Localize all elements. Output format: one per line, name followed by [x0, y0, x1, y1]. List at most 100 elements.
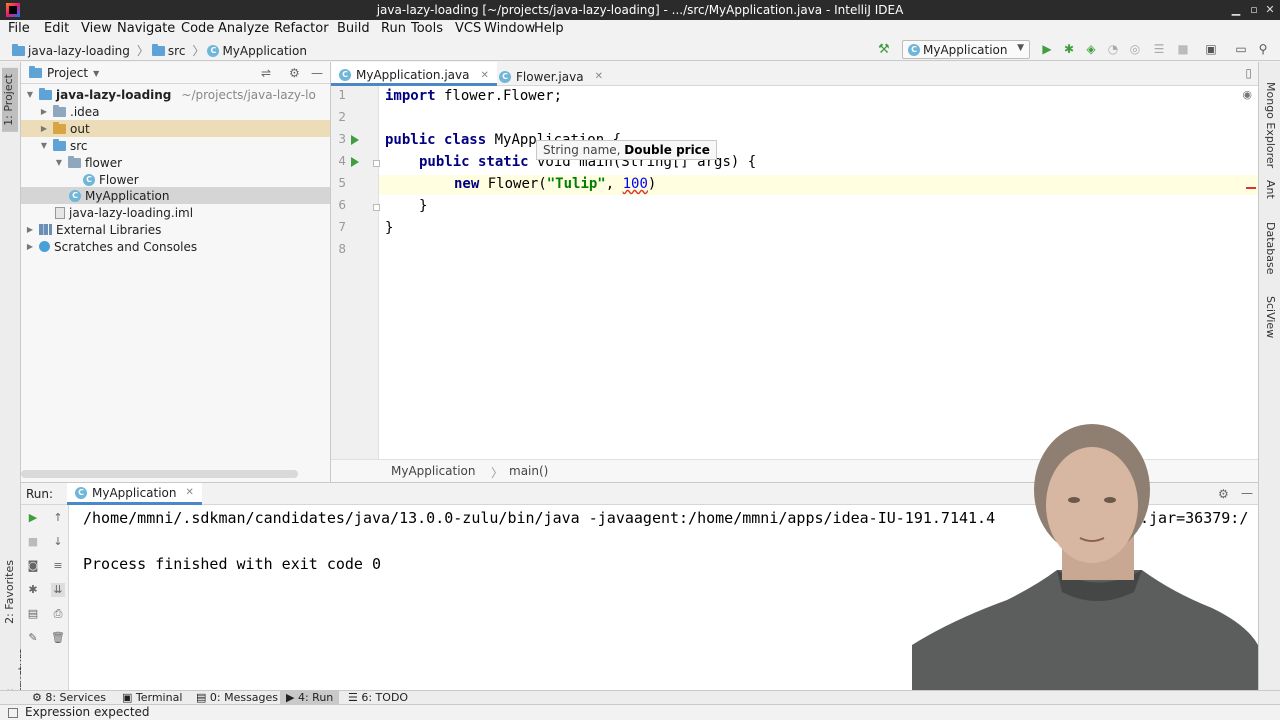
expand-arrow-icon[interactable]: ▼ — [25, 90, 35, 99]
close-tab-icon[interactable]: ✕ — [480, 70, 488, 81]
collapsed-arrow-icon[interactable]: ▶ — [39, 107, 49, 116]
tab-actions-icon[interactable]: ▯ — [1245, 66, 1252, 80]
stop-icon[interactable]: ■ — [26, 535, 40, 549]
menu-edit[interactable]: Edit — [44, 21, 69, 36]
menu-window[interactable]: Window — [484, 21, 535, 36]
tab-terminal[interactable]: ▣ Terminal — [116, 691, 188, 705]
menu-file[interactable]: File — [8, 21, 30, 36]
close-tab-icon[interactable]: ✕ — [186, 487, 194, 498]
collapse-all-icon[interactable]: ⇌ — [261, 66, 271, 80]
breadcrumb-folder[interactable]: src — [168, 44, 186, 58]
run-main-icon[interactable] — [351, 157, 359, 167]
up-arrow-icon[interactable]: ↑ — [51, 511, 65, 525]
maximize-icon[interactable]: ▫ — [1246, 2, 1262, 18]
gear-icon[interactable]: ⚙ — [1218, 487, 1229, 501]
tool-windows-toggle-icon[interactable] — [8, 708, 18, 718]
run-icon[interactable]: ▶ — [1040, 42, 1054, 56]
editor-gutter: 1 2 3 4 5 6 7 8 — [331, 86, 380, 459]
run-tab[interactable]: C MyApplication ✕ — [67, 483, 202, 505]
code-line-6[interactable]: } — [419, 198, 427, 214]
fold-marker-icon[interactable] — [373, 160, 380, 167]
tree-item-myapplication[interactable]: C MyApplication — [21, 187, 330, 204]
camera-icon[interactable]: ◙ — [26, 559, 40, 573]
menu-analyze[interactable]: Analyze — [218, 21, 269, 36]
tab-sciview[interactable]: SciView — [1264, 296, 1277, 338]
tab-flower-java[interactable]: C Flower.java ✕ — [491, 62, 611, 86]
breadcrumb-project[interactable]: java-lazy-loading — [28, 44, 130, 58]
tree-item-iml[interactable]: java-lazy-loading.iml — [21, 204, 330, 221]
close-icon[interactable]: ✕ — [1262, 2, 1278, 18]
soft-wrap-icon[interactable]: ≡ — [51, 559, 65, 573]
tree-item-flower-class[interactable]: C Flower — [21, 171, 330, 188]
menu-vcs[interactable]: VCS — [455, 21, 481, 36]
run-class-icon[interactable] — [351, 135, 359, 145]
close-tab-icon[interactable]: ✕ — [595, 71, 603, 82]
tree-item-project-root[interactable]: ▼ java-lazy-loading ~/projects/java-lazy… — [21, 86, 330, 103]
build-list-icon[interactable]: ☰ — [1152, 42, 1166, 56]
expand-arrow-icon[interactable]: ▼ — [39, 141, 49, 150]
tree-item-src[interactable]: ▼ src — [21, 137, 330, 154]
code-line-5[interactable]: new Flower("Tulip", 100) — [454, 176, 656, 192]
menu-refactor[interactable]: Refactor — [274, 21, 329, 36]
project-structure-icon[interactable]: ▣ — [1204, 42, 1218, 56]
code-line-7[interactable]: } — [385, 220, 393, 236]
crumb-method[interactable]: main() — [509, 464, 548, 478]
crumb-class[interactable]: MyApplication — [391, 464, 476, 478]
run-configuration-select[interactable]: C MyApplication ▼ — [902, 40, 1030, 59]
tab-mongo-explorer[interactable]: Mongo Explorer — [1264, 82, 1277, 168]
layout-icon[interactable]: ▭ — [1234, 42, 1248, 56]
down-arrow-icon[interactable]: ↓ — [51, 535, 65, 549]
profile-icon[interactable]: ◔ — [1106, 42, 1120, 56]
menu-build[interactable]: Build — [337, 21, 370, 36]
search-icon[interactable]: ⚲ — [1256, 42, 1270, 56]
tab-project-tool[interactable]: 1: Project — [2, 68, 18, 132]
tab-myapplication-java[interactable]: C MyApplication.java ✕ — [331, 62, 497, 86]
hide-panel-icon[interactable]: — — [1241, 486, 1253, 500]
menu-run[interactable]: Run — [381, 21, 406, 36]
hide-panel-icon[interactable]: — — [311, 66, 323, 80]
tab-database[interactable]: Database — [1264, 222, 1277, 275]
coverage-icon[interactable]: ◈ — [1084, 42, 1098, 56]
settings-icon[interactable]: ✱ — [26, 583, 40, 597]
tree-item-idea[interactable]: ▶ .idea — [21, 103, 330, 120]
layout-icon[interactable]: ▤ — [26, 607, 40, 621]
menu-view[interactable]: View — [81, 21, 112, 36]
tab-messages[interactable]: ▤ 0: Messages — [190, 691, 284, 705]
menu-help[interactable]: Help — [534, 21, 564, 36]
breadcrumb-file[interactable]: MyApplication — [222, 44, 307, 58]
expand-arrow-icon[interactable]: ▼ — [54, 158, 64, 167]
tree-item-out[interactable]: ▶ out — [21, 120, 330, 137]
menu-code[interactable]: Code — [181, 21, 214, 36]
trash-icon[interactable]: 🗑 — [51, 631, 65, 645]
debug-icon[interactable]: ✱ — [1062, 42, 1076, 56]
build-hammer-icon[interactable]: ⚒ — [878, 42, 892, 57]
tab-run[interactable]: ▶ 4: Run — [280, 691, 340, 705]
tree-item-external-libraries[interactable]: ▶ External Libraries — [21, 221, 330, 238]
tree-item-flower-package[interactable]: ▼ flower — [21, 154, 330, 171]
menu-tools[interactable]: Tools — [411, 21, 443, 36]
fold-marker-icon[interactable] — [373, 204, 380, 211]
print-icon[interactable]: ⎙ — [51, 607, 65, 621]
gear-icon[interactable]: ⚙ — [289, 66, 300, 80]
collapsed-arrow-icon[interactable]: ▶ — [39, 124, 49, 133]
minimize-icon[interactable]: ▁ — [1228, 2, 1244, 18]
horizontal-scrollbar[interactable] — [21, 470, 298, 478]
rerun-icon[interactable]: ▶ — [26, 511, 40, 525]
menu-navigate[interactable]: Navigate — [117, 21, 175, 36]
collapsed-arrow-icon[interactable]: ▶ — [25, 225, 35, 234]
project-panel-title[interactable]: Project ▼ — [29, 66, 99, 80]
inspection-eye-icon[interactable]: ◉ — [1242, 88, 1252, 101]
pin-icon[interactable]: ✎ — [26, 631, 40, 645]
stop-icon[interactable]: ■ — [1176, 42, 1190, 56]
scroll-to-end-icon[interactable]: ⇊ — [51, 583, 65, 597]
tree-item-scratches[interactable]: ▶ Scratches and Consoles — [21, 238, 330, 255]
tab-todo[interactable]: ☰ 6: TODO — [342, 691, 414, 705]
code-line-1[interactable]: import flower.Flower; — [385, 88, 562, 104]
collapsed-arrow-icon[interactable]: ▶ — [25, 242, 35, 251]
tab-ant[interactable]: Ant — [1264, 180, 1277, 199]
error-stripe-marker[interactable] — [1246, 187, 1256, 189]
tree-item-label: out — [70, 121, 90, 136]
tab-favorites-tool[interactable]: 2: Favorites — [3, 560, 16, 624]
tab-services[interactable]: ⚙ 8: Services — [26, 691, 112, 705]
attach-icon[interactable]: ◎ — [1128, 42, 1142, 56]
